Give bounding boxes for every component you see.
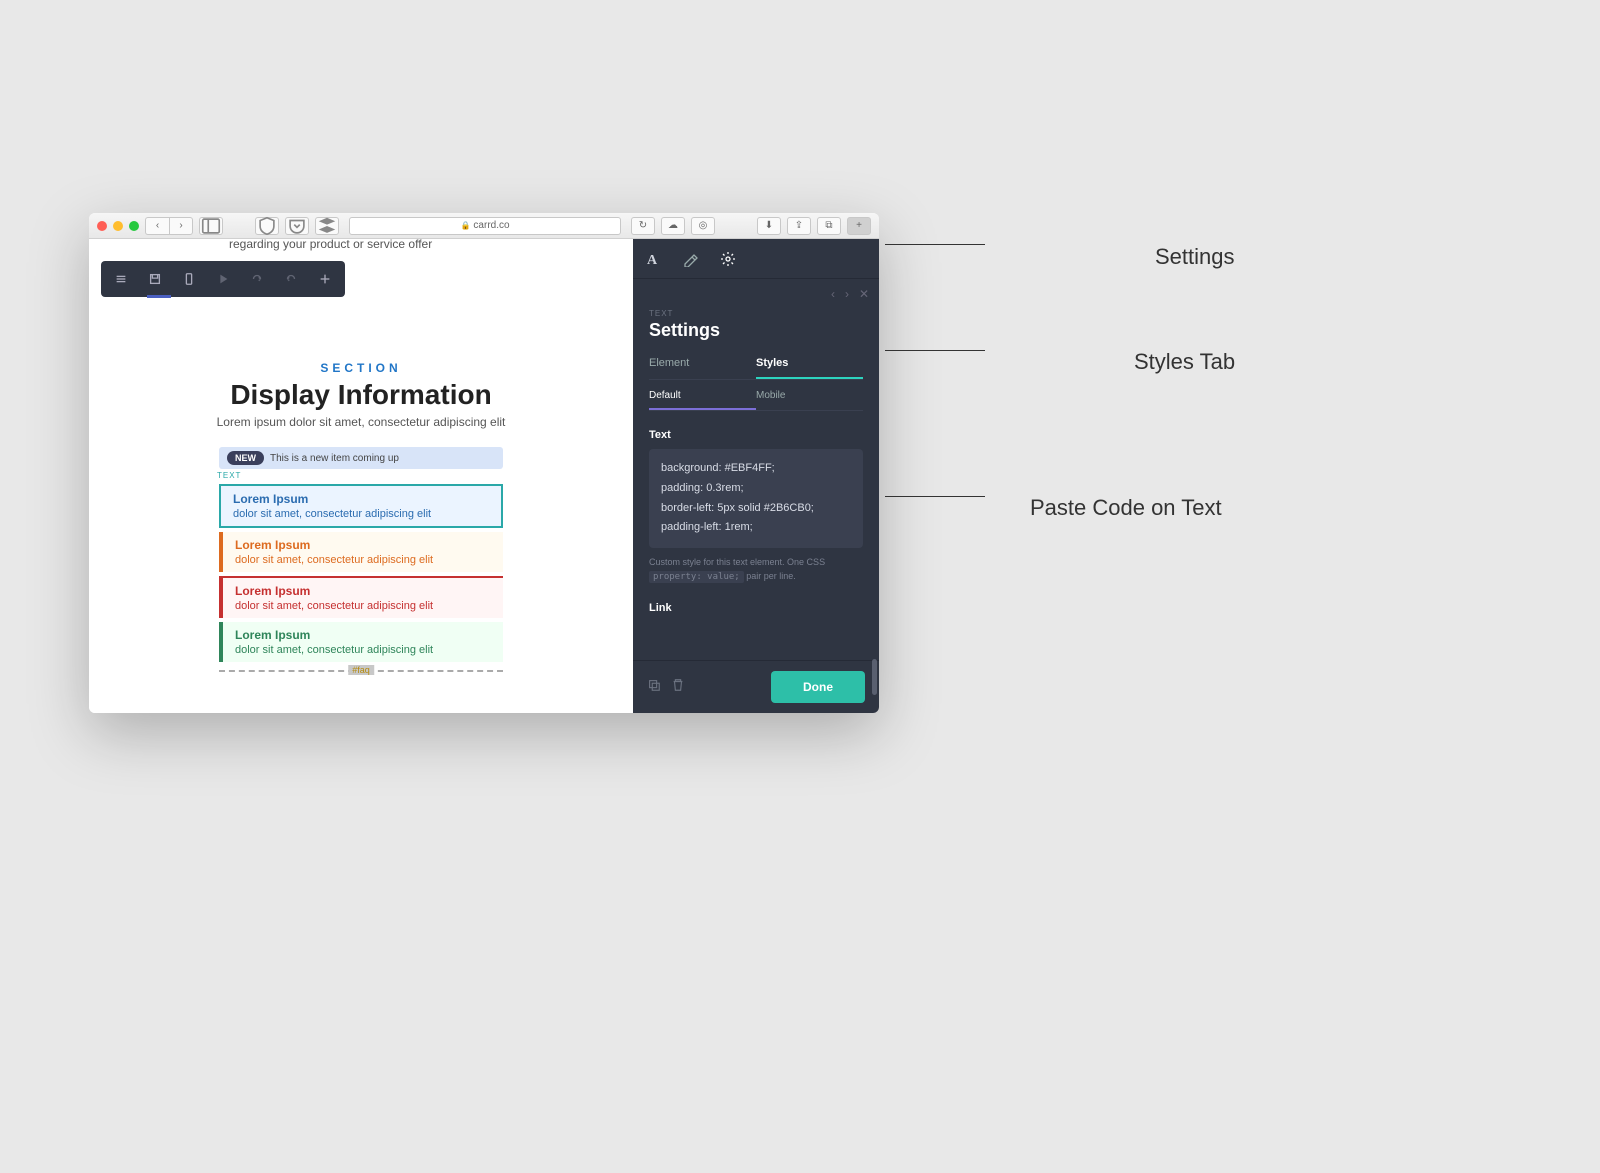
- settings-tab-icon[interactable]: [709, 239, 747, 278]
- extension-icon[interactable]: ◎: [691, 217, 715, 235]
- forward-button[interactable]: ›: [169, 217, 193, 235]
- shield-icon[interactable]: [255, 217, 279, 235]
- css-code-input[interactable]: background: #EBF4FF; padding: 0.3rem; bo…: [649, 449, 863, 548]
- info-title: Lorem Ipsum: [233, 492, 489, 506]
- tabs-icon[interactable]: ⧉: [817, 217, 841, 235]
- cloud-icon[interactable]: ☁: [661, 217, 685, 235]
- info-box-blue[interactable]: Lorem Ipsum dolor sit amet, consectetur …: [219, 484, 503, 528]
- help-text: Custom style for this text element. One …: [649, 556, 863, 584]
- link-field-label: Link: [649, 602, 863, 614]
- panel-title: Settings: [649, 320, 863, 341]
- section-title: Display Information: [89, 379, 633, 411]
- done-button[interactable]: Done: [771, 671, 865, 703]
- new-badge: NEW: [227, 451, 264, 465]
- share-icon[interactable]: ⇪: [787, 217, 811, 235]
- help-suffix: pair per line.: [746, 571, 796, 581]
- section-label: SECTION: [89, 361, 633, 375]
- fullscreen-window-button[interactable]: [129, 221, 139, 231]
- annotation-paste-text: Paste Code on Text: [1030, 495, 1222, 521]
- lock-icon: 🔒: [460, 221, 470, 230]
- panel-nav: ‹ › ✕: [633, 279, 879, 305]
- info-title: Lorem Ipsum: [235, 584, 491, 598]
- annotation-line: [885, 496, 985, 497]
- menu-icon[interactable]: [105, 265, 137, 293]
- editor-toolbar: [101, 261, 345, 297]
- close-icon[interactable]: ✕: [859, 287, 869, 301]
- traffic-lights: [97, 221, 139, 231]
- browser-window: ‹ › 🔒 carrd.co ↻ ☁ ◎ ⬇ ⇪ ⧉ + regardin: [89, 213, 879, 713]
- info-box-red[interactable]: Lorem Ipsum dolor sit amet, consectetur …: [219, 576, 503, 618]
- toolbar-accent: [147, 295, 171, 298]
- close-window-button[interactable]: [97, 221, 107, 231]
- tab-mobile[interactable]: Mobile: [756, 390, 863, 410]
- info-box-green[interactable]: Lorem Ipsum dolor sit amet, consectetur …: [219, 622, 503, 662]
- minimize-window-button[interactable]: [113, 221, 123, 231]
- undo-icon[interactable]: [275, 265, 307, 293]
- save-icon[interactable]: [139, 265, 171, 293]
- tab-styles[interactable]: Styles: [756, 357, 863, 379]
- annotation-settings: [885, 244, 985, 245]
- panel-type-tabs: A: [633, 239, 879, 279]
- browser-content: regarding your product or service offer …: [89, 239, 879, 713]
- help-prefix: Custom style for this text element. One …: [649, 557, 825, 567]
- buffer-icon[interactable]: [315, 217, 339, 235]
- annotation-line: [885, 244, 985, 245]
- annotation-settings-text: Settings: [1155, 244, 1235, 270]
- appearance-tab-icon[interactable]: [671, 239, 709, 278]
- annotation-styles-text: Styles Tab: [1134, 349, 1235, 375]
- svg-text:A: A: [647, 253, 658, 267]
- section-header: SECTION Display Information Lorem ipsum …: [89, 361, 633, 429]
- play-icon[interactable]: [207, 265, 239, 293]
- info-sub: dolor sit amet, consectetur adipiscing e…: [235, 644, 491, 656]
- panel-body: TEXT Settings Element Styles Default Mob…: [633, 305, 879, 660]
- tab-default[interactable]: Default: [649, 390, 756, 410]
- breakpoint-tabs: Default Mobile: [649, 390, 863, 411]
- info-box-orange[interactable]: Lorem Ipsum dolor sit amet, consectetur …: [219, 532, 503, 572]
- anchor-label: #faq: [348, 665, 374, 675]
- downloads-icon[interactable]: ⬇: [757, 217, 781, 235]
- delete-icon[interactable]: [671, 678, 685, 697]
- text-field-label: Text: [649, 429, 863, 441]
- nav-buttons: ‹ ›: [145, 217, 193, 235]
- info-sub: dolor sit amet, consectetur adipiscing e…: [233, 508, 489, 520]
- address-bar[interactable]: 🔒 carrd.co: [349, 217, 621, 235]
- text-element-label: TEXT: [217, 471, 503, 480]
- pocket-icon[interactable]: [285, 217, 309, 235]
- prev-icon[interactable]: ‹: [831, 287, 835, 301]
- device-icon[interactable]: [173, 265, 205, 293]
- annotation-styles-tab: [885, 350, 985, 351]
- help-code: property: value;: [649, 571, 744, 583]
- content-stack: NEW This is a new item coming up TEXT Lo…: [219, 447, 503, 682]
- new-text: This is a new item coming up: [270, 453, 399, 464]
- info-title: Lorem Ipsum: [235, 538, 491, 552]
- browser-chrome: ‹ › 🔒 carrd.co ↻ ☁ ◎ ⬇ ⇪ ⧉ +: [89, 213, 879, 239]
- partial-text: regarding your product or service offer: [229, 239, 432, 251]
- panel-footer: Done: [633, 660, 879, 713]
- back-button[interactable]: ‹: [145, 217, 169, 235]
- annotation-paste-code: [885, 496, 985, 497]
- add-icon[interactable]: [309, 265, 341, 293]
- canvas-area[interactable]: regarding your product or service offer …: [89, 239, 633, 713]
- scrollbar-thumb[interactable]: [872, 659, 877, 695]
- duplicate-icon[interactable]: [647, 678, 661, 697]
- info-sub: dolor sit amet, consectetur adipiscing e…: [235, 554, 491, 566]
- new-item-row[interactable]: NEW This is a new item coming up: [219, 447, 503, 469]
- info-title: Lorem Ipsum: [235, 628, 491, 642]
- next-icon[interactable]: ›: [845, 287, 849, 301]
- section-divider: #faq: [219, 670, 503, 682]
- annotation-line: [885, 350, 985, 351]
- section-subtitle: Lorem ipsum dolor sit amet, consectetur …: [89, 415, 633, 429]
- settings-panel: A ‹ › ✕ TEXT Settings Element Sty: [633, 239, 879, 713]
- info-sub: dolor sit amet, consectetur adipiscing e…: [235, 600, 491, 612]
- settings-tabs: Element Styles: [649, 357, 863, 380]
- url-text: carrd.co: [473, 220, 509, 231]
- redo-icon[interactable]: [241, 265, 273, 293]
- new-tab-button[interactable]: +: [847, 217, 871, 235]
- tab-element[interactable]: Element: [649, 357, 756, 379]
- reload-button[interactable]: ↻: [631, 217, 655, 235]
- content-tab-icon[interactable]: A: [633, 239, 671, 278]
- sidebar-toggle[interactable]: [199, 217, 223, 235]
- panel-breadcrumb: TEXT: [649, 309, 863, 318]
